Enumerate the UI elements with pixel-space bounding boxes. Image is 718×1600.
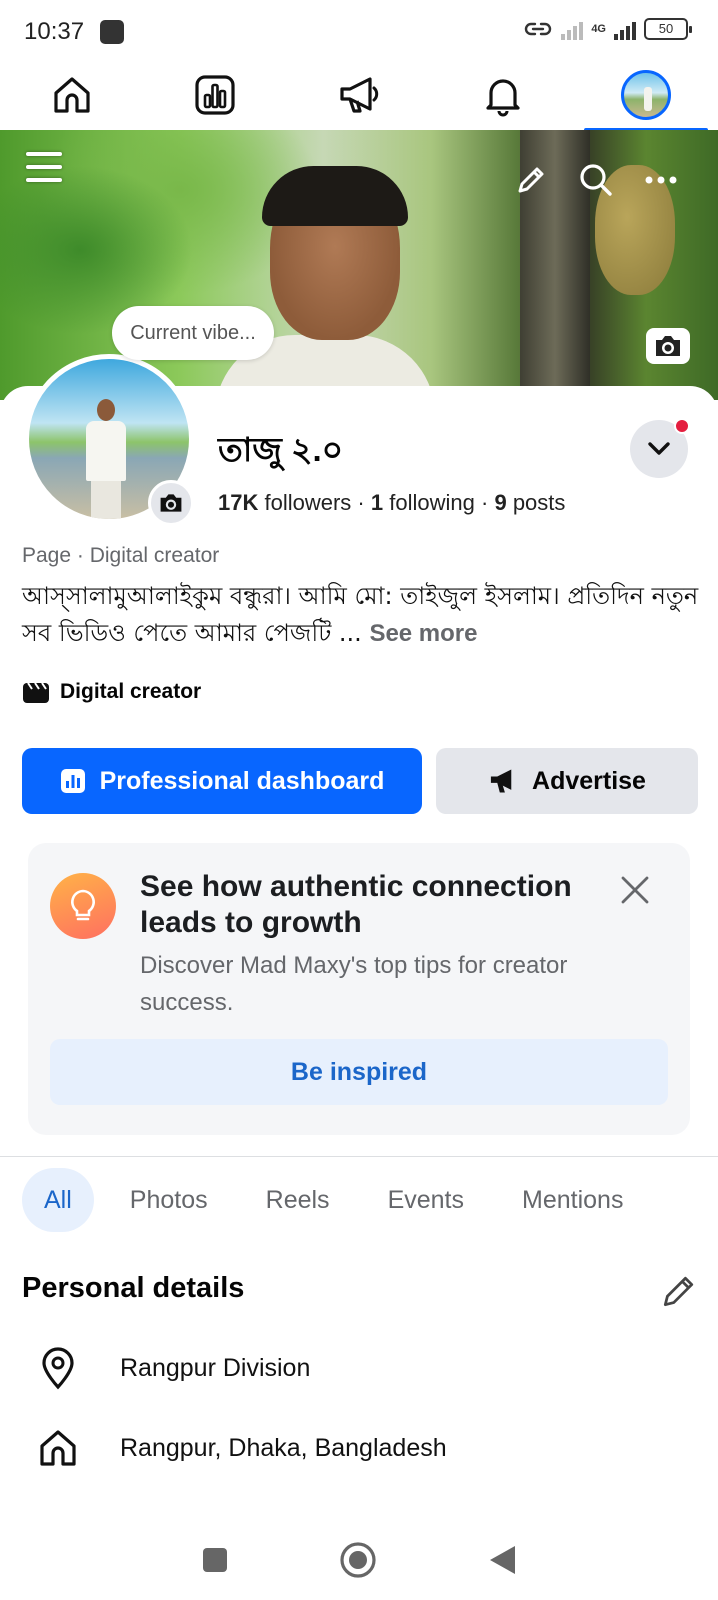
creator-tag-label: Digital creator xyxy=(60,680,202,703)
megaphone-icon xyxy=(340,77,379,113)
chevron-down-icon xyxy=(648,442,670,455)
nav-dashboard[interactable] xyxy=(144,60,288,130)
home-icon xyxy=(54,77,90,113)
nav-profile[interactable] xyxy=(574,60,718,132)
location-pin-icon xyxy=(36,1346,80,1390)
be-inspired-button[interactable]: Be inspired xyxy=(50,1039,668,1105)
dashboard-icon xyxy=(195,75,235,115)
following-count[interactable]: 1 xyxy=(371,490,383,515)
advertise-button[interactable]: Advertise xyxy=(436,748,698,814)
megaphone-icon xyxy=(490,769,512,793)
app-notification-icon xyxy=(100,20,124,44)
dashboard-icon xyxy=(60,769,85,793)
notification-dot xyxy=(674,418,690,434)
tip-title: See how authentic connection leads to gr… xyxy=(140,870,572,939)
personal-details-title: Personal details xyxy=(22,1272,245,1304)
tab-reels[interactable]: Reels xyxy=(244,1168,352,1232)
signal-strong-icon xyxy=(614,18,636,40)
clapperboard-icon xyxy=(23,682,49,703)
location-text: Rangpur Division xyxy=(120,1353,311,1382)
back-button[interactable] xyxy=(487,1544,517,1576)
tab-photos[interactable]: Photos xyxy=(108,1168,230,1232)
system-nav-bar xyxy=(0,1520,718,1600)
filter-tabs: All Photos Reels Events Mentions xyxy=(22,1168,645,1232)
search-icon[interactable] xyxy=(578,162,614,198)
page-category: Page · Digital creator xyxy=(22,544,220,567)
advertise-button-label: Advertise xyxy=(532,766,646,795)
see-more-link[interactable]: See more xyxy=(369,620,477,647)
page-name: তাজু ২.০ xyxy=(218,431,344,468)
menu-icon[interactable] xyxy=(26,152,62,182)
professional-dashboard-button[interactable]: Professional dashboard xyxy=(22,748,422,814)
status-icons: 4G 50 xyxy=(523,18,692,40)
following-label[interactable]: following xyxy=(389,490,475,515)
profile-avatar-icon xyxy=(621,70,672,120)
posts-count: 9 xyxy=(494,490,507,515)
lightbulb-icon xyxy=(50,873,116,939)
growth-tip-card: See how authentic connection leads to gr… xyxy=(28,843,690,1135)
network-label: 4G xyxy=(591,23,606,35)
status-bar: 10:37 4G 50 xyxy=(0,0,718,60)
current-vibe-bubble[interactable]: Current vibe... xyxy=(112,306,274,360)
profile-stats: 17K followers · 1 following · 9 posts xyxy=(218,490,566,515)
battery-icon: 50 xyxy=(644,18,692,40)
close-icon[interactable] xyxy=(618,873,652,907)
detail-row-hometown: Rangpur, Dhaka, Bangladesh xyxy=(36,1426,447,1470)
followers-count[interactable]: 17K xyxy=(218,490,258,515)
tip-description: Discover Mad Maxy's top tips for creator… xyxy=(140,952,568,1016)
profile-camera-icon[interactable] xyxy=(148,480,194,526)
status-time: 10:37 xyxy=(24,18,85,45)
home-icon xyxy=(36,1426,80,1470)
network-indicator: 4G xyxy=(591,23,606,35)
dashboard-button-label: Professional dashboard xyxy=(99,766,385,795)
link-icon xyxy=(525,22,552,36)
recents-button[interactable] xyxy=(201,1546,229,1574)
bell-icon xyxy=(485,79,520,117)
tab-all[interactable]: All xyxy=(22,1168,94,1232)
hometown-text: Rangpur, Dhaka, Bangladesh xyxy=(120,1433,447,1462)
nav-ads[interactable] xyxy=(287,60,431,130)
tab-mentions[interactable]: Mentions xyxy=(500,1168,645,1232)
more-options-icon[interactable] xyxy=(644,174,678,186)
page-bio: আস্সালামুআলাইকুম বন্ধুরা। আমি মো: তাইজুল… xyxy=(22,578,702,652)
posts-label: posts xyxy=(512,490,566,515)
followers-label[interactable]: followers xyxy=(264,490,351,515)
nav-home[interactable] xyxy=(0,60,144,130)
creator-tag: Digital creator xyxy=(22,680,201,704)
top-nav xyxy=(0,60,718,132)
edit-icon[interactable] xyxy=(660,1274,696,1310)
edit-icon[interactable] xyxy=(514,163,548,197)
section-divider xyxy=(0,1156,718,1157)
bio-text: আস্সালামুআলাইকুম বন্ধুরা। আমি মো: তাইজুল… xyxy=(22,582,699,647)
tab-events[interactable]: Events xyxy=(366,1168,486,1232)
cover-actions xyxy=(514,162,678,198)
signal-weak-icon xyxy=(561,18,584,40)
cover-camera-icon[interactable] xyxy=(646,328,690,364)
detail-row-location: Rangpur Division xyxy=(36,1346,310,1390)
home-button[interactable] xyxy=(339,1541,377,1579)
nav-notifications[interactable] xyxy=(431,60,575,130)
